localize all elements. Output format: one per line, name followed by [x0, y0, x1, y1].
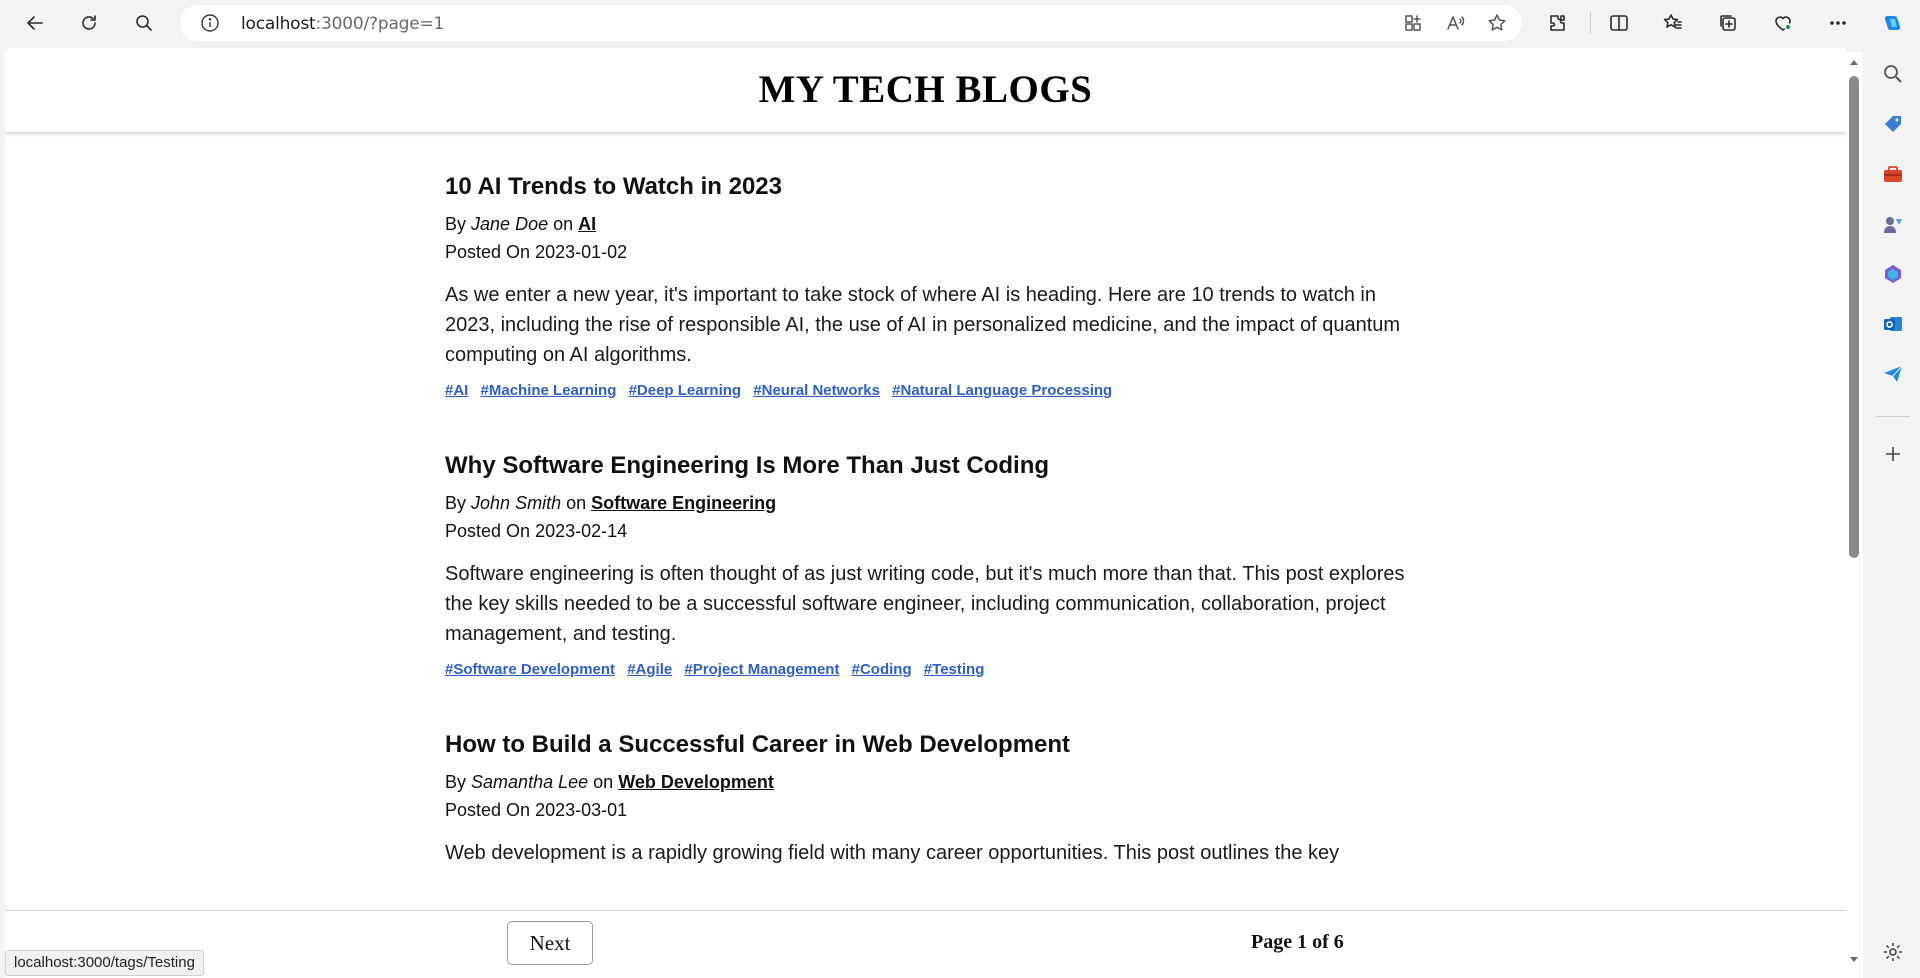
split-screen-icon[interactable] — [1602, 7, 1636, 39]
more-options-icon[interactable] — [1821, 7, 1855, 39]
tag-link[interactable]: #Coding — [852, 661, 912, 678]
post-tags: #Software Development #Agile #Project Ma… — [445, 661, 1425, 678]
tag-link[interactable]: #Agile — [627, 661, 672, 678]
scroll-down-arrow-icon[interactable] — [1848, 954, 1860, 966]
site-title: MY TECH BLOGS — [758, 68, 1093, 111]
pagination-bar: Next Page 1 of 6 — [5, 910, 1846, 978]
read-aloud-icon[interactable] — [1442, 10, 1468, 36]
post-excerpt: As we enter a new year, it's important t… — [445, 284, 1401, 366]
tag-link[interactable]: #Machine Learning — [481, 382, 617, 399]
outlook-icon[interactable] — [1881, 312, 1905, 336]
post-title[interactable]: Why Software Engineering Is More Than Ju… — [445, 451, 1425, 481]
scroll-up-arrow-icon[interactable] — [1848, 56, 1860, 68]
post-list: 10 AI Trends to Watch in 2023 By Jane Do… — [445, 172, 1425, 920]
games-icon[interactable] — [1881, 212, 1905, 236]
post-byline: By Samantha Lee on Web Development — [445, 772, 774, 792]
tools-icon[interactable] — [1881, 162, 1905, 186]
favorite-star-icon[interactable] — [1484, 10, 1510, 36]
post-date: Posted On 2023-01-02 — [445, 242, 628, 262]
post-category-link[interactable]: AI — [578, 214, 596, 234]
browser-sidebar — [1866, 46, 1920, 978]
post-date: Posted On 2023-02-14 — [445, 521, 628, 541]
sidebar-divider — [1876, 416, 1910, 417]
site-header: MY TECH BLOGS — [5, 48, 1846, 132]
post-date: Posted On 2023-03-01 — [445, 800, 628, 820]
scroll-thumb[interactable] — [1849, 76, 1859, 558]
tag-link[interactable]: #Software Development — [445, 661, 615, 678]
post-category-link[interactable]: Web Development — [618, 772, 774, 792]
info-icon[interactable] — [200, 13, 220, 33]
sidebar-search-icon[interactable] — [1881, 62, 1905, 86]
toolbar-divider — [1590, 12, 1591, 34]
tag-link[interactable]: #Neural Networks — [753, 382, 880, 399]
post-card: 10 AI Trends to Watch in 2023 By Jane Do… — [445, 172, 1425, 399]
microsoft-365-icon[interactable] — [1881, 262, 1905, 286]
search-icon[interactable] — [127, 7, 161, 39]
settings-gear-icon[interactable] — [1881, 940, 1905, 964]
post-title[interactable]: How to Build a Successful Career in Web … — [445, 730, 1425, 760]
post-category-link[interactable]: Software Engineering — [591, 493, 776, 513]
post-author: John Smith — [471, 493, 562, 513]
shopping-tag-icon[interactable] — [1881, 112, 1905, 136]
tag-link[interactable]: #Natural Language Processing — [892, 382, 1112, 399]
post-tags: #AI #Machine Learning #Deep Learning #Ne… — [445, 382, 1425, 399]
status-bar-url: localhost:3000/tags/Testing — [5, 950, 204, 976]
tag-link[interactable]: #Testing — [924, 661, 985, 678]
browser-toolbar: localhost:3000/?page=1 — [0, 0, 1920, 46]
post-card: How to Build a Successful Career in Web … — [445, 730, 1425, 868]
tag-link[interactable]: #Project Management — [684, 661, 839, 678]
tag-link[interactable]: #AI — [445, 382, 468, 399]
url-text[interactable]: localhost:3000/?page=1 — [241, 14, 444, 34]
extensions-icon[interactable] — [1540, 7, 1574, 39]
page-viewport: MY TECH BLOGS 10 AI Trends to Watch in 2… — [5, 48, 1846, 978]
page-scrollbar[interactable] — [1845, 52, 1863, 978]
post-author: Jane Doe — [471, 214, 549, 234]
favorites-icon[interactable] — [1656, 7, 1690, 39]
page-indicator: Page 1 of 6 — [1251, 931, 1344, 953]
address-bar[interactable]: localhost:3000/?page=1 — [180, 5, 1522, 41]
browser-essentials-icon[interactable] — [1766, 7, 1800, 39]
refresh-icon[interactable] — [72, 7, 106, 39]
app-available-icon[interactable] — [1400, 10, 1426, 36]
next-page-button[interactable]: Next — [507, 921, 593, 965]
send-icon[interactable] — [1881, 362, 1905, 386]
tag-link[interactable]: #Deep Learning — [629, 382, 742, 399]
post-card: Why Software Engineering Is More Than Ju… — [445, 451, 1425, 678]
post-author: Samantha Lee — [471, 772, 589, 792]
post-excerpt: Software engineering is often thought of… — [445, 563, 1405, 645]
post-title[interactable]: 10 AI Trends to Watch in 2023 — [445, 172, 1425, 202]
post-excerpt: Web development is a rapidly growing fie… — [445, 842, 1340, 864]
back-arrow-icon[interactable] — [18, 7, 52, 39]
post-byline: By Jane Doe on AI — [445, 214, 597, 234]
post-byline: By John Smith on Software Engineering — [445, 493, 777, 513]
collections-icon[interactable] — [1711, 7, 1745, 39]
copilot-icon[interactable] — [1876, 7, 1910, 39]
add-icon[interactable] — [1881, 442, 1905, 466]
